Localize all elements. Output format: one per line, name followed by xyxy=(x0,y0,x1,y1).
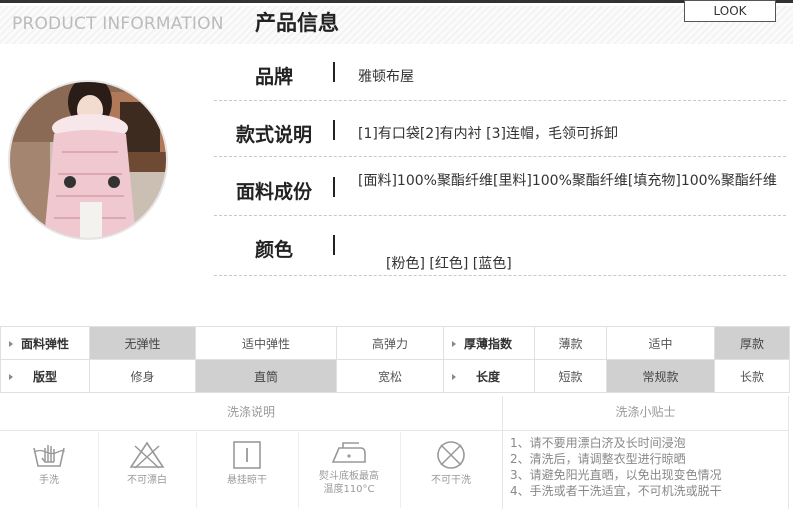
care-tips-title: 洗涤小贴士 xyxy=(615,405,676,419)
section-title-cn: 产品信息 xyxy=(255,11,339,35)
attr-option: 直筒 xyxy=(195,359,337,393)
attr-label-length: 长度 xyxy=(443,359,535,393)
attr-option: 薄款 xyxy=(534,326,607,360)
row-separator xyxy=(214,215,786,216)
look-button[interactable]: LOOK xyxy=(684,0,776,22)
care-label: 悬挂晾干 xyxy=(227,475,267,486)
attr-option: 适中弹性 xyxy=(195,326,337,360)
attribute-table: 面料弹性 无弹性 适中弹性 高弹力 厚薄指数 薄款 适中 厚款 版型 修身 直筒… xyxy=(0,326,790,393)
brand-label: 品牌 xyxy=(254,66,293,88)
care-iron: 熨斗底板最高 温度110°C xyxy=(298,432,400,508)
care-hand-wash: 手洗 xyxy=(0,432,98,508)
row-separator xyxy=(214,275,786,276)
care-tips-list: 1、请不要用漂白济及长时间浸泡 2、清洗后，请调整衣型进行晾晒 3、请避免阳光直… xyxy=(510,435,790,499)
iron-icon xyxy=(331,442,366,463)
attr-option: 宽松 xyxy=(336,359,444,393)
attr-label-thickness: 厚薄指数 xyxy=(443,326,535,360)
care-hang-dry: 悬挂晾干 xyxy=(196,432,298,508)
attr-option: 长款 xyxy=(714,359,790,393)
no-bleach-icon xyxy=(129,441,165,469)
color-label: 颜色 xyxy=(254,239,293,261)
care-divider xyxy=(502,396,503,509)
attr-option: 修身 xyxy=(89,359,196,393)
care-tip: 1、请不要用漂白济及长时间浸泡 xyxy=(510,436,686,450)
table-row: 版型 修身 直筒 宽松 长度 短款 常规款 长款 xyxy=(0,359,790,393)
color-value: [粉色] [红色] [蓝色] xyxy=(386,256,512,272)
care-tip: 3、请避免阳光直晒，以免出现变色情况 xyxy=(510,468,722,482)
attr-option: 短款 xyxy=(534,359,607,393)
attr-option: 适中 xyxy=(606,326,715,360)
attr-option: 常规款 xyxy=(606,359,715,393)
style-label: 款式说明 xyxy=(235,124,312,146)
style-divider xyxy=(333,120,335,140)
triangle-icon xyxy=(452,374,456,380)
product-photo xyxy=(8,80,168,240)
care-label: 不可干洗 xyxy=(431,475,471,486)
style-value: [1]有口袋[2]有内衬 [3]连帽，毛领可拆卸 xyxy=(358,126,618,142)
attr-option: 厚款 xyxy=(714,326,790,360)
brand-divider xyxy=(333,62,335,82)
care-label-line1: 熨斗底板最高 xyxy=(319,471,379,482)
care-no-bleach: 不可漂白 xyxy=(98,432,196,508)
attr-label-fit: 版型 xyxy=(0,359,90,393)
color-divider xyxy=(333,235,335,255)
attr-option: 无弹性 xyxy=(89,326,196,360)
triangle-icon xyxy=(452,341,456,347)
care-no-dry-clean: 不可干洗 xyxy=(400,432,502,508)
fabric-label: 面料成份 xyxy=(235,181,312,203)
care-header-rule xyxy=(0,430,789,431)
care-label: 不可漂白 xyxy=(127,475,167,486)
care-instructions-title: 洗涤说明 xyxy=(226,405,275,419)
care-label-line2: 温度110°C xyxy=(323,484,375,495)
care-tip: 2、清洗后，请调整衣型进行晾晒 xyxy=(510,452,686,466)
table-row: 面料弹性 无弹性 适中弹性 高弹力 厚薄指数 薄款 适中 厚款 xyxy=(0,326,790,360)
row-separator xyxy=(214,100,786,101)
row-separator xyxy=(214,156,786,157)
section-title-en: PRODUCT INFORMATION xyxy=(12,14,224,34)
care-tip: 4、手洗或者干洗适宜，不可机洗或脱干 xyxy=(510,484,722,498)
triangle-icon xyxy=(9,374,13,380)
triangle-icon xyxy=(9,341,13,347)
care-label: 手洗 xyxy=(39,475,59,486)
hand-wash-icon xyxy=(33,445,65,467)
attr-label-elasticity: 面料弹性 xyxy=(0,326,90,360)
hang-dry-icon xyxy=(233,441,261,469)
attr-option: 高弹力 xyxy=(336,326,444,360)
fabric-divider xyxy=(333,177,335,197)
top-rule xyxy=(0,0,793,3)
fabric-value: [面料]100%聚酯纤维[里料]100%聚酯纤维[填充物]100%聚酯纤维 xyxy=(358,173,777,189)
no-dry-clean-icon xyxy=(437,441,465,469)
brand-value: 雅顿布屋 xyxy=(358,69,414,85)
